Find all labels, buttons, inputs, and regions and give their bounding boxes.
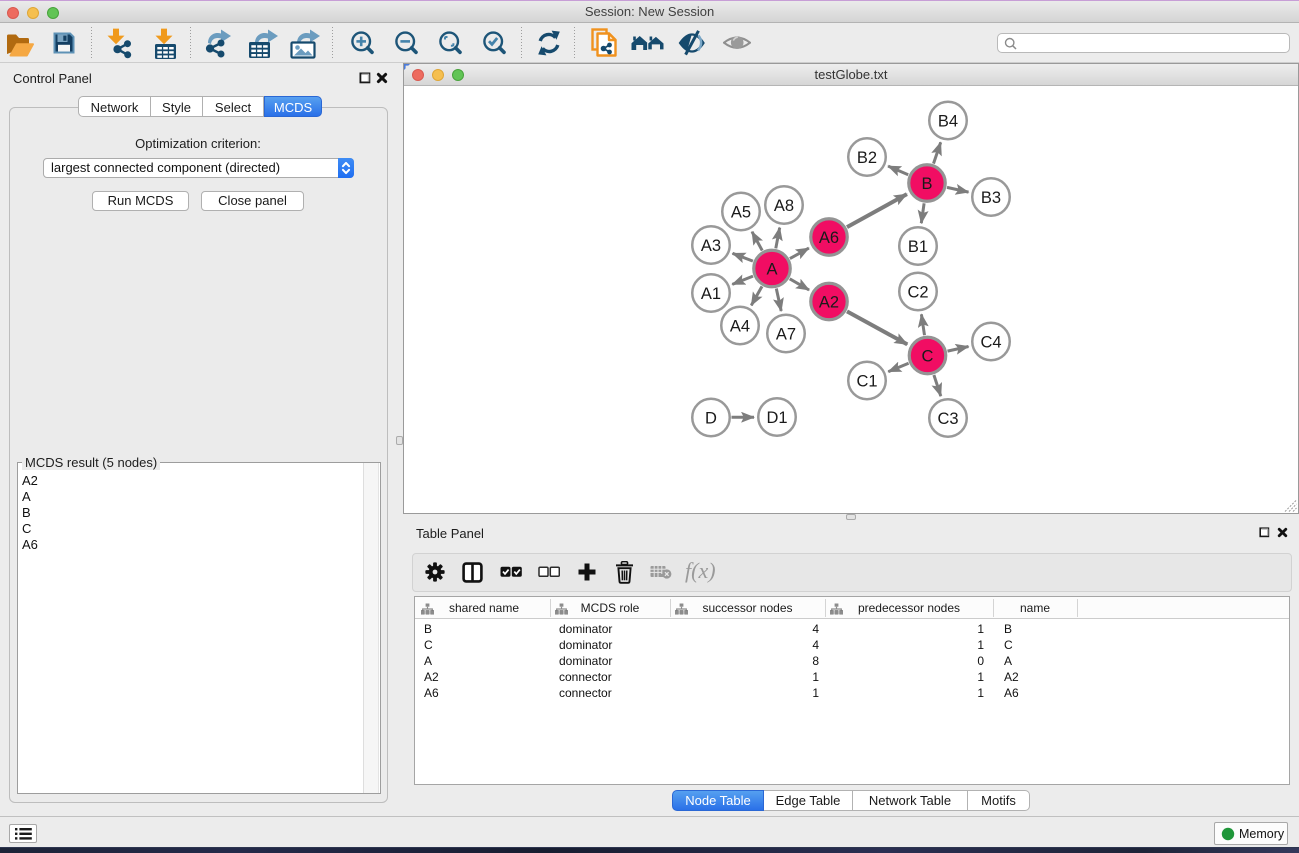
svg-text:B3: B3 — [981, 189, 1001, 207]
svg-text:A6: A6 — [819, 229, 839, 247]
svg-text:A5: A5 — [731, 203, 751, 221]
svg-text:C1: C1 — [856, 372, 877, 390]
svg-text:A4: A4 — [730, 317, 750, 335]
svg-text:C: C — [922, 347, 934, 365]
svg-text:A2: A2 — [819, 293, 839, 311]
svg-text:A8: A8 — [774, 197, 794, 215]
svg-text:B4: B4 — [938, 112, 958, 130]
svg-text:B: B — [921, 175, 932, 193]
svg-text:C4: C4 — [980, 333, 1001, 351]
svg-text:A7: A7 — [776, 325, 796, 343]
svg-text:A3: A3 — [701, 237, 721, 255]
svg-text:B1: B1 — [908, 238, 928, 256]
svg-text:B2: B2 — [857, 149, 877, 167]
svg-text:C3: C3 — [937, 410, 958, 428]
svg-text:A: A — [766, 260, 777, 278]
svg-text:D1: D1 — [766, 409, 787, 427]
svg-text:A1: A1 — [701, 285, 721, 303]
svg-text:D: D — [705, 409, 717, 427]
svg-text:C2: C2 — [907, 283, 928, 301]
